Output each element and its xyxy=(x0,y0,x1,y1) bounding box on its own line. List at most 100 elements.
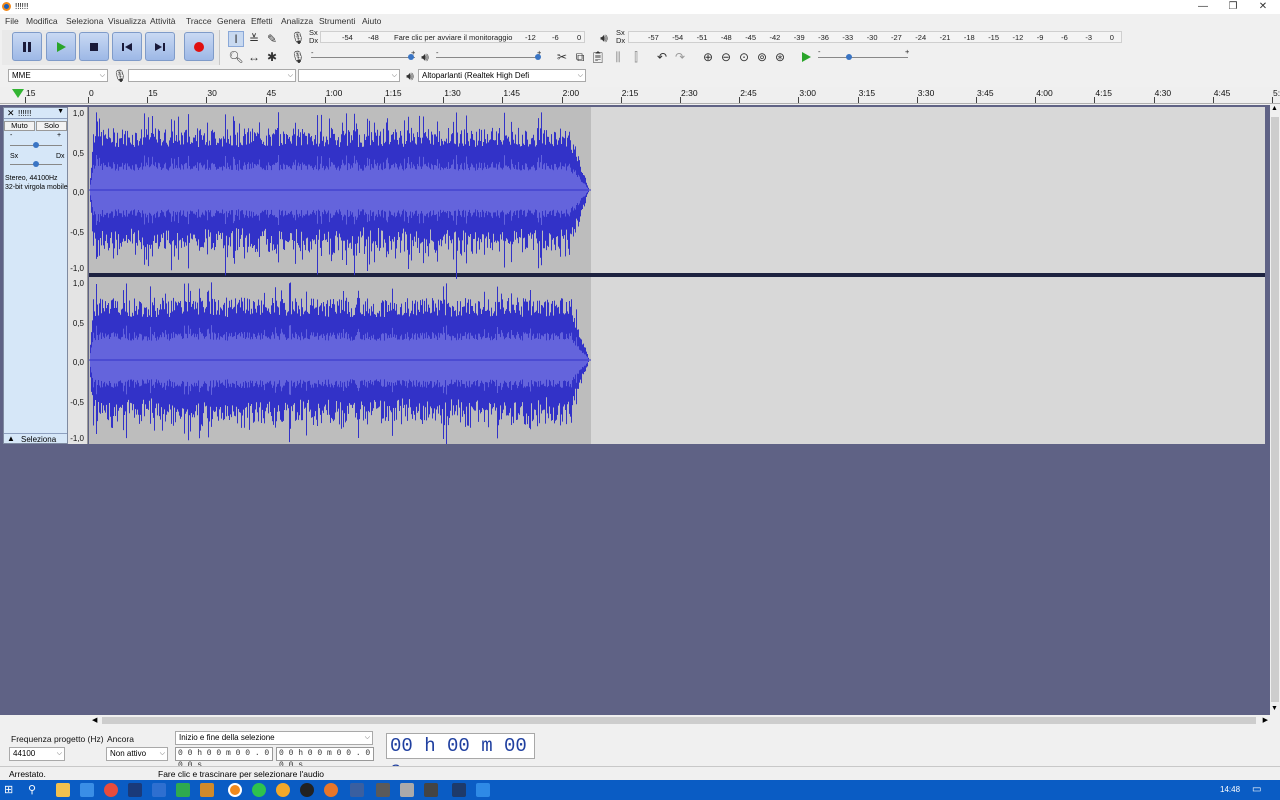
track-menu-chevron-icon[interactable]: ▼ xyxy=(57,108,64,115)
play-at-speed-icon[interactable] xyxy=(800,51,812,63)
multi-tool-icon[interactable]: ✱ xyxy=(264,49,280,65)
library-icon[interactable] xyxy=(200,783,214,797)
menu-visualizza[interactable]: Visualizza xyxy=(108,16,146,26)
settings-icon[interactable] xyxy=(400,783,414,797)
speed-slider[interactable] xyxy=(818,57,908,58)
trim-icon[interactable]: ⫼ xyxy=(610,49,626,65)
menu-aiuto[interactable]: Aiuto xyxy=(362,16,381,26)
vlc-icon[interactable] xyxy=(276,783,290,797)
audacity-taskbar-icon[interactable] xyxy=(228,783,242,797)
silence-icon[interactable]: ⫿ xyxy=(628,49,644,65)
app-icon[interactable] xyxy=(300,783,314,797)
speed-thumb[interactable] xyxy=(846,54,852,60)
monitor-app-icon[interactable] xyxy=(152,783,166,797)
zoom-in-icon[interactable]: ⊕ xyxy=(700,49,716,65)
file-explorer-icon[interactable] xyxy=(56,783,70,797)
redo-icon[interactable]: ↷ xyxy=(672,49,688,65)
whatsapp-icon[interactable] xyxy=(252,783,266,797)
timeline-ruler[interactable]: 15 0 15 30 45 1:00 1:15 1:30 1:45 2:00 2:15 2:30 2:4… xyxy=(0,87,1280,104)
menu-modifica[interactable]: Modifica xyxy=(26,16,58,26)
selection-end-time[interactable]: 0 0 h 0 0 m 0 0 . 0 0 0 s xyxy=(276,747,374,770)
amplitude-scale[interactable]: 1,0 0,5 0,0 -0,5 -1,0 1,0 0,5 0,0 -0,5 -1,0 xyxy=(68,107,88,444)
close-track-icon[interactable]: ✕ xyxy=(7,108,15,119)
solo-button[interactable]: Solo xyxy=(36,121,67,131)
stop-button[interactable] xyxy=(79,32,109,61)
skip-to-end-button[interactable] xyxy=(145,32,175,61)
tool-icon[interactable] xyxy=(350,783,364,797)
system-clock[interactable]: 14:48 xyxy=(1220,785,1240,794)
skip-to-start-button[interactable] xyxy=(112,32,142,61)
menu-file[interactable]: File xyxy=(5,16,19,26)
menu-analizza[interactable]: Analizza xyxy=(281,16,313,26)
record-button[interactable] xyxy=(184,32,214,61)
audio-position-display[interactable]: 00 h 00 m 00 s xyxy=(386,733,535,781)
draw-tool-icon[interactable]: ✎ xyxy=(264,31,280,47)
dr-app-icon[interactable] xyxy=(452,783,466,797)
pen-app-icon[interactable] xyxy=(476,783,490,797)
vertical-scrollbar[interactable]: ▲ ▼ xyxy=(1270,105,1280,715)
speaker-icon[interactable]: 🔊︎ xyxy=(596,30,612,46)
menu-attivita[interactable]: Attività xyxy=(150,16,176,26)
play-head-icon[interactable] xyxy=(12,89,24,99)
money-app-icon[interactable] xyxy=(176,783,190,797)
project-rate-dropdown[interactable]: 44100 ⌵ xyxy=(9,747,65,761)
chip-icon[interactable] xyxy=(376,783,390,797)
select-track-button[interactable]: Seleziona xyxy=(21,435,56,444)
microphone-icon[interactable]: 🎙︎ xyxy=(290,30,306,46)
zoom-tool-icon[interactable]: 🔍︎ xyxy=(228,49,244,65)
menu-tracce[interactable]: Tracce xyxy=(186,16,212,26)
paste-icon[interactable]: 📋︎ xyxy=(590,49,606,65)
mute-button[interactable]: Muto xyxy=(4,121,35,131)
selection-start-time[interactable]: 0 0 h 0 0 m 0 0 . 0 0 0 s xyxy=(175,747,273,770)
time-shift-tool-icon[interactable]: ↔ xyxy=(246,49,262,65)
track-name[interactable]: !!!!!! xyxy=(18,109,31,118)
tracks-area[interactable]: ✕ !!!!!! ▼ Muto Solo - + Sx Dx Stereo, 4… xyxy=(0,105,1270,715)
zoom-out-icon[interactable]: ⊖ xyxy=(718,49,734,65)
undo-icon[interactable]: ↶ xyxy=(654,49,670,65)
gain-thumb[interactable] xyxy=(33,142,39,148)
minimize-button[interactable]: — xyxy=(1187,0,1219,14)
terminal-icon[interactable] xyxy=(128,783,142,797)
copy-icon[interactable]: ⧉ xyxy=(572,49,588,65)
pause-button[interactable] xyxy=(12,32,42,61)
horizontal-scrollbar[interactable]: ◀ ▶ xyxy=(90,715,1270,726)
envelope-tool-icon[interactable]: ≚ xyxy=(246,31,262,47)
scroll-right-icon[interactable]: ▶ xyxy=(1263,716,1268,724)
vertical-scroll-thumb[interactable] xyxy=(1271,117,1279,702)
scroll-up-icon[interactable]: ▲ xyxy=(1271,105,1278,112)
scissors-app-icon[interactable] xyxy=(424,783,438,797)
restore-button[interactable]: ❐ xyxy=(1217,0,1249,14)
firefox-icon[interactable] xyxy=(324,783,338,797)
close-button[interactable]: ✕ xyxy=(1247,0,1279,14)
recording-volume-slider[interactable] xyxy=(311,57,415,58)
cut-icon[interactable]: ✂ xyxy=(554,49,570,65)
monitor-hint[interactable]: Fare clic per avviare il monitoraggio xyxy=(394,33,512,42)
playback-device-dropdown[interactable]: Altoparlanti (Realtek High Defi ⌵ xyxy=(418,69,586,82)
audio-host-dropdown[interactable]: MME ⌵ xyxy=(8,69,108,82)
recording-device-dropdown[interactable]: ⌵ xyxy=(128,69,296,82)
scroll-down-icon[interactable]: ▼ xyxy=(1271,705,1278,712)
selection-mode-dropdown[interactable]: Inizio e fine della selezione ⌵ xyxy=(175,731,373,745)
recording-channels-dropdown[interactable]: ⌵ xyxy=(298,69,400,82)
fit-selection-icon[interactable]: ⊙ xyxy=(736,49,752,65)
pan-thumb[interactable] xyxy=(33,161,39,167)
play-button[interactable] xyxy=(46,32,76,61)
horizontal-scroll-thumb[interactable] xyxy=(102,717,1256,724)
search-icon[interactable]: ⚲ xyxy=(28,783,42,797)
fit-project-icon[interactable]: ⊚ xyxy=(754,49,770,65)
menu-genera[interactable]: Genera xyxy=(217,16,245,26)
scroll-left-icon[interactable]: ◀ xyxy=(92,716,97,724)
snap-dropdown[interactable]: Non attivo ⌵ xyxy=(106,747,168,761)
zoom-toggle-icon[interactable]: ⊛ xyxy=(772,49,788,65)
playback-volume-slider[interactable] xyxy=(436,57,540,58)
windows-start-icon[interactable]: ⊞ xyxy=(4,783,18,797)
chrome-icon[interactable] xyxy=(104,783,118,797)
menu-seleziona[interactable]: Seleziona xyxy=(66,16,103,26)
collapse-track-icon[interactable]: ▲ xyxy=(7,434,15,443)
selection-tool-icon[interactable]: I xyxy=(228,31,244,47)
waveform-area[interactable] xyxy=(89,107,1265,444)
notification-icon[interactable]: ▭ xyxy=(1252,783,1266,797)
menu-effetti[interactable]: Effetti xyxy=(251,16,273,26)
store-icon[interactable] xyxy=(80,783,94,797)
menu-strumenti[interactable]: Strumenti xyxy=(319,16,355,26)
